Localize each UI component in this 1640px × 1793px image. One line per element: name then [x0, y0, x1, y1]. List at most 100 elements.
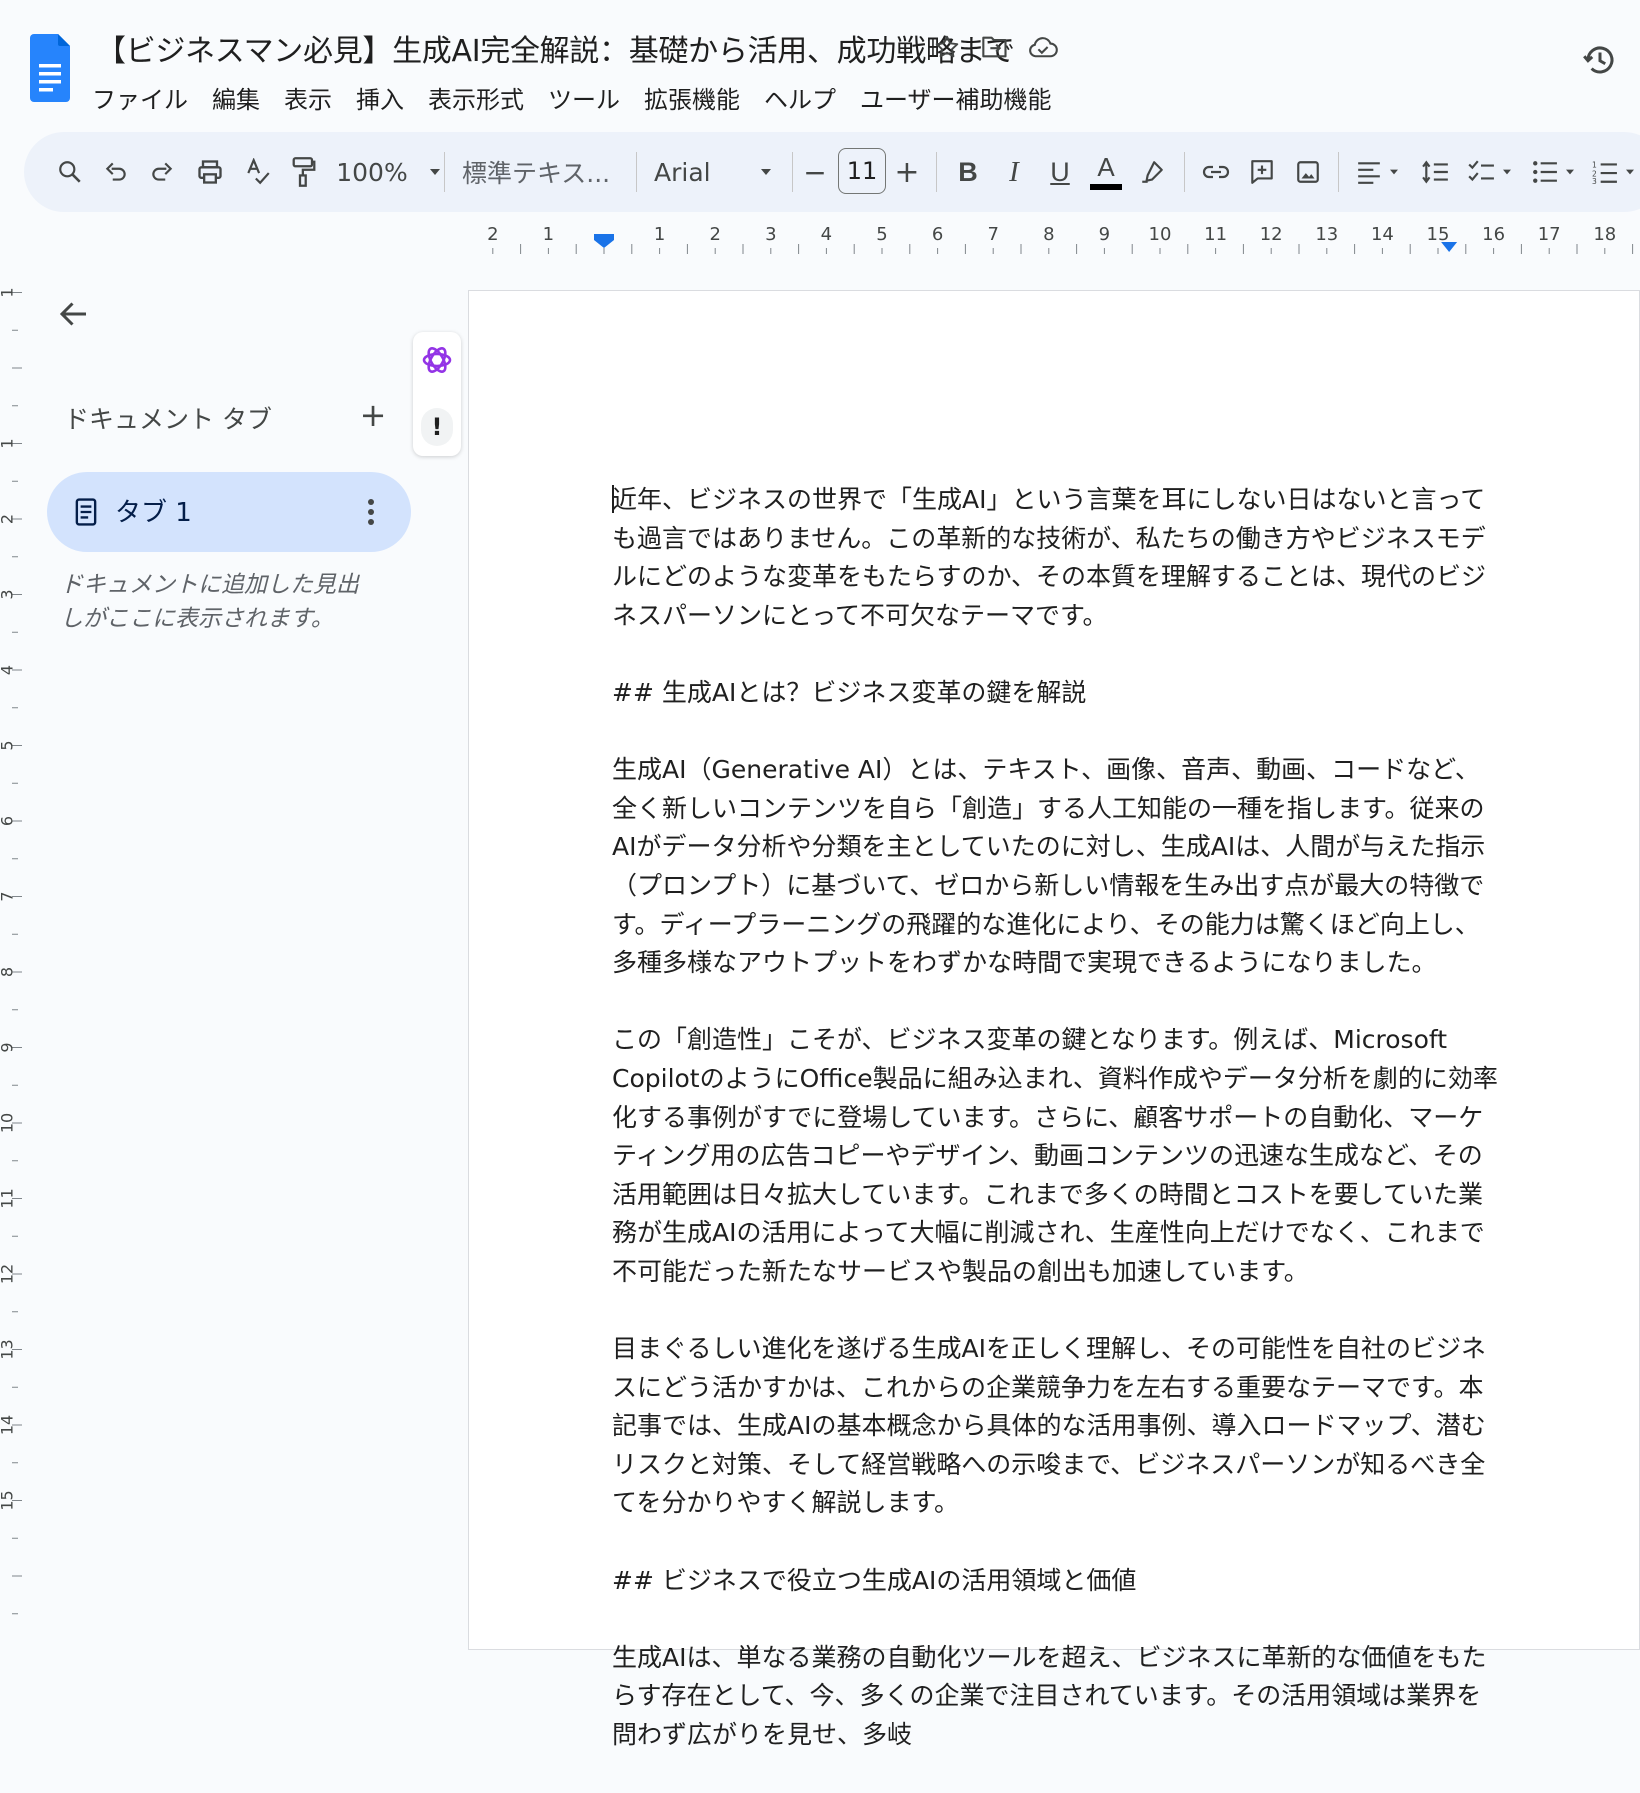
ruler-label: 6	[0, 816, 17, 826]
tabs-empty-hint: ドキュメントに追加した見出しがここに表示されます。	[60, 572, 359, 632]
menu-format[interactable]: 表示形式	[416, 80, 536, 115]
text-color-button[interactable]: A	[1084, 132, 1128, 212]
text-color-swatch	[1090, 184, 1122, 190]
paragraph[interactable]: この「創造性」こそが、ビジネス変革の鍵となります。例えば、Microsoft C…	[612, 1021, 1502, 1291]
document-page[interactable]: 近年、ビジネスの世界で「生成AI」という言葉を耳にしない日はないと言っても過言で…	[468, 290, 1640, 1749]
ruler-label: 2	[487, 224, 498, 245]
ruler-label: 6	[932, 224, 943, 245]
svg-text:1: 1	[1592, 161, 1597, 170]
ruler-label: 4	[0, 665, 17, 675]
document-icon	[75, 498, 97, 530]
menu-accessibility[interactable]: ユーザー補助機能	[848, 80, 1064, 115]
heading-paragraph[interactable]: ## 生成AIとは？ビジネス変革の鍵を解説	[612, 674, 1502, 713]
paragraph[interactable]: 近年、ビジネスの世界で「生成AI」という言葉を耳にしない日はないと言っても過言で…	[612, 481, 1502, 635]
insert-link-icon[interactable]	[1194, 132, 1238, 212]
ruler-label: 14	[1371, 224, 1394, 245]
spellcheck-icon[interactable]	[236, 132, 280, 212]
ruler-label: 9	[1099, 224, 1110, 245]
highlight-color-icon[interactable]	[1130, 132, 1174, 212]
menu-extensions[interactable]: 拡張機能	[632, 80, 752, 115]
line-spacing-icon[interactable]	[1414, 132, 1458, 212]
document-tabs-title: ドキュメント タブ	[64, 405, 272, 434]
zoom-value: 100%	[336, 157, 408, 187]
ruler-label: 18	[1593, 224, 1616, 245]
menu-tools[interactable]: ツール	[536, 80, 632, 115]
vertical-ruler[interactable]: 21123456789101112131415	[0, 260, 22, 1640]
ruler-label: 11	[0, 1188, 17, 1208]
font-value: Arial	[654, 157, 711, 187]
ruler-label: 10	[0, 1113, 17, 1133]
toolbar-divider	[444, 152, 445, 192]
ai-assistant-icon[interactable]	[421, 344, 453, 376]
svg-text:3: 3	[1592, 177, 1597, 184]
align-icon[interactable]	[1348, 132, 1408, 212]
document-body[interactable]: 近年、ビジネスの世界で「生成AI」という言葉を耳にしない日はないと言っても過言で…	[612, 481, 1502, 1793]
docs-logo-icon[interactable]	[30, 34, 70, 102]
text-color-letter: A	[1097, 152, 1115, 182]
ruler-label: 8	[0, 967, 17, 977]
paint-format-icon[interactable]	[280, 132, 328, 212]
increase-font-size-button[interactable]: +	[886, 132, 928, 212]
heading-paragraph[interactable]: ## ビジネスで役立つ生成AIの活用領域と価値	[612, 1562, 1502, 1601]
ruler-label: 13	[0, 1339, 17, 1359]
checklist-icon[interactable]	[1460, 132, 1520, 212]
ruler-label: 10	[1149, 224, 1172, 245]
ruler-label: 9	[0, 1042, 17, 1052]
paragraph[interactable]: 生成AI（Generative AI）とは、テキスト、画像、音声、動画、コードな…	[612, 751, 1502, 983]
zoom-select[interactable]: 100%	[334, 132, 444, 212]
numbered-list-icon[interactable]: 123	[1588, 132, 1640, 212]
menu-view[interactable]: 表示	[272, 80, 344, 115]
horizontal-ruler[interactable]: 2 1 1 2 3 4 5 6 7 8 9 10 11 12 13 14 15 16 17 18	[466, 220, 1640, 260]
ruler-label: 13	[1315, 224, 1338, 245]
ruler-label: 11	[1204, 224, 1227, 245]
toolbar-divider	[1338, 152, 1339, 192]
italic-button[interactable]: I	[992, 132, 1036, 212]
decrease-font-size-button[interactable]: −	[794, 132, 836, 212]
ruler-label: 16	[1482, 224, 1505, 245]
right-indent-marker[interactable]	[1441, 242, 1458, 252]
ruler-label: 1	[0, 287, 17, 297]
ruler-label: 12	[1260, 224, 1283, 245]
insert-image-icon[interactable]	[1286, 132, 1330, 212]
undo-icon[interactable]	[94, 132, 138, 212]
document-title[interactable]: 【ビジネスマン必見】生成AI完全解説：基礎から活用、成功戦略まで	[96, 26, 1015, 70]
menu-edit[interactable]: 編集	[200, 80, 272, 115]
ruler-label: 2	[0, 514, 17, 524]
ruler-label: 1	[0, 438, 17, 448]
bulleted-list-icon[interactable]	[1524, 132, 1584, 212]
bold-button[interactable]: B	[946, 132, 990, 212]
add-tab-button[interactable]: +	[356, 396, 390, 434]
paragraph-style-select[interactable]: 標準テキス...	[462, 132, 622, 212]
cloud-saved-icon[interactable]	[1026, 30, 1060, 64]
menu-bar: ファイル 編集 表示 挿入 表示形式 ツール 拡張機能 ヘルプ ユーザー補助機能	[92, 80, 1064, 115]
redo-icon[interactable]	[140, 132, 184, 212]
menu-file[interactable]: ファイル	[92, 80, 200, 115]
alert-button[interactable]: !	[421, 408, 453, 446]
ruler-label: 3	[0, 589, 17, 599]
menu-insert[interactable]: 挿入	[344, 80, 416, 115]
print-icon[interactable]	[186, 132, 234, 212]
font-size-input[interactable]: 11	[838, 148, 886, 194]
ruler-label: 5	[876, 224, 887, 245]
paragraph[interactable]: 生成AIは、単なる業務の自動化ツールを超え、ビジネスに革新的な価値をもたらす存在…	[612, 1639, 1502, 1755]
paragraph[interactable]: 目まぐるしい進化を遂げる生成AIを正しく理解し、その可能性を自社のビジネスにどう…	[612, 1330, 1502, 1523]
ruler-label: 5	[0, 740, 17, 750]
search-menus-icon[interactable]	[48, 132, 92, 212]
star-icon[interactable]	[930, 30, 964, 64]
move-to-folder-icon[interactable]	[978, 30, 1012, 64]
font-select[interactable]: Arial	[654, 132, 774, 212]
toolbar: 100% 標準テキス... Arial − 11 + B I U A 1 2 3	[24, 132, 1640, 212]
left-indent-marker[interactable]	[594, 234, 614, 248]
underline-button[interactable]: U	[1038, 132, 1082, 212]
toolbar-divider	[936, 152, 937, 192]
document-tabs-panel	[24, 260, 460, 1640]
add-comment-icon[interactable]	[1240, 132, 1284, 212]
toolbar-divider	[1184, 152, 1185, 192]
history-icon[interactable]	[1578, 38, 1622, 82]
ruler-label: 15	[1427, 224, 1450, 245]
menu-help[interactable]: ヘルプ	[752, 80, 848, 115]
more-options-icon[interactable]	[361, 494, 381, 530]
tab-item-1[interactable]: タブ 1	[47, 472, 411, 552]
tab-label: タブ 1	[115, 498, 192, 528]
back-arrow-icon[interactable]	[56, 296, 92, 332]
